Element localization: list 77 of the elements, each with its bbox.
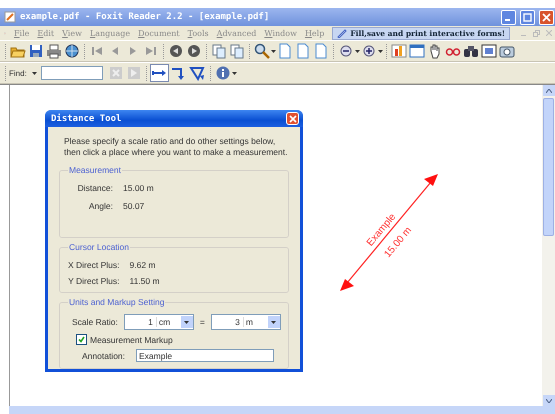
save-icon[interactable] xyxy=(28,43,44,59)
field-label: Distance: xyxy=(76,183,113,193)
field-value: 11.50 m xyxy=(130,276,160,286)
group-title: Units and Markup Setting xyxy=(68,297,166,307)
group-title: Measurement xyxy=(68,165,122,175)
menu-item[interactable]: Tools xyxy=(188,28,209,38)
page-icon[interactable] xyxy=(277,43,293,59)
magnifier-icon[interactable] xyxy=(254,43,270,59)
pages-icon[interactable] xyxy=(211,43,227,59)
app-icon xyxy=(4,11,16,23)
find-label: Find: xyxy=(9,68,27,78)
pen-icon xyxy=(337,28,348,38)
measure-tool-button[interactable] xyxy=(188,64,207,82)
binoculars-icon[interactable] xyxy=(463,43,479,59)
menu-item[interactable]: Help xyxy=(304,28,324,38)
menu-item[interactable]: Language xyxy=(90,28,130,38)
page-icon[interactable] xyxy=(295,43,311,59)
field-value: 9.62 m xyxy=(130,260,156,270)
find-field[interactable] xyxy=(40,66,103,80)
field-label: Y Direct Plus: xyxy=(68,276,120,286)
caret-icon[interactable] xyxy=(184,320,190,324)
caret-icon[interactable] xyxy=(271,320,276,324)
forward-icon[interactable] xyxy=(186,43,202,59)
maximize-icon[interactable] xyxy=(523,12,532,22)
menu-item[interactable]: Edit xyxy=(37,28,54,38)
menu-item[interactable]: Advanced xyxy=(216,28,256,38)
caret-icon[interactable] xyxy=(378,50,383,52)
scrollbar-thumb[interactable] xyxy=(543,98,554,236)
text-box-icon[interactable] xyxy=(481,43,497,59)
info-icon[interactable] xyxy=(214,65,231,81)
scale-from-combo[interactable]: 1 cm xyxy=(124,314,194,330)
minimize-button[interactable] xyxy=(501,10,516,24)
annotation-field[interactable]: Example xyxy=(136,349,274,362)
menu-item[interactable]: File xyxy=(14,28,30,38)
image-icon[interactable] xyxy=(391,43,407,59)
caret-icon[interactable] xyxy=(271,50,276,52)
markup-checkbox[interactable] xyxy=(76,334,87,345)
field-value: 1 xyxy=(147,317,154,327)
measure-tool-button[interactable] xyxy=(150,64,169,82)
check-icon xyxy=(78,336,85,343)
caret-icon[interactable] xyxy=(32,72,37,74)
back-icon[interactable] xyxy=(168,43,184,59)
printer-icon[interactable] xyxy=(46,43,62,59)
equals-sign: = xyxy=(200,317,205,327)
dialog-title: Distance Tool xyxy=(51,114,122,124)
group-title: Cursor Location xyxy=(68,242,130,252)
menu-item[interactable]: Window xyxy=(264,28,297,38)
close-button[interactable] xyxy=(286,112,299,125)
scroll-down-icon[interactable] xyxy=(546,398,552,402)
zoom-in-icon[interactable] xyxy=(361,43,377,59)
pages-icon[interactable] xyxy=(229,43,245,59)
window-icon[interactable] xyxy=(409,43,425,59)
vertical-scrollbar[interactable] xyxy=(542,85,555,406)
menu-item[interactable]: View xyxy=(62,28,82,38)
page-icon[interactable] xyxy=(313,43,329,59)
caret-icon[interactable] xyxy=(232,72,237,74)
zoom-out-icon[interactable] xyxy=(338,43,354,59)
field-value: 15.00 m xyxy=(123,183,155,193)
checkbox-label: Measurement Markup xyxy=(90,334,173,344)
globe-icon[interactable] xyxy=(64,43,80,59)
field-label: Scale Ratio: xyxy=(72,317,118,327)
caret-icon[interactable] xyxy=(355,50,360,52)
instructions-text: Please specify a scale ratio and do other settings below, then click a place where you want to make a measurement. xyxy=(64,136,288,158)
scroll-up-icon[interactable] xyxy=(546,88,552,92)
field-value: 3 xyxy=(234,317,241,327)
window-title: example.pdf - Foxit Reader 2.2 - [example.pdf] xyxy=(20,12,270,22)
area-tool-icon xyxy=(189,65,206,81)
field-label: Angle: xyxy=(88,201,113,211)
scale-to-combo[interactable]: 3 m xyxy=(210,314,281,330)
field-label: Annotation: xyxy=(82,350,126,360)
perimeter-tool-icon xyxy=(170,65,186,81)
horizontal-scrollbar[interactable] xyxy=(9,406,555,414)
field-value: 50.07 xyxy=(123,201,146,211)
menu-item[interactable]: Document xyxy=(138,28,180,38)
maximize-button[interactable] xyxy=(520,10,535,24)
field-label: X Direct Plus: xyxy=(68,260,120,270)
close-button[interactable] xyxy=(539,10,554,24)
